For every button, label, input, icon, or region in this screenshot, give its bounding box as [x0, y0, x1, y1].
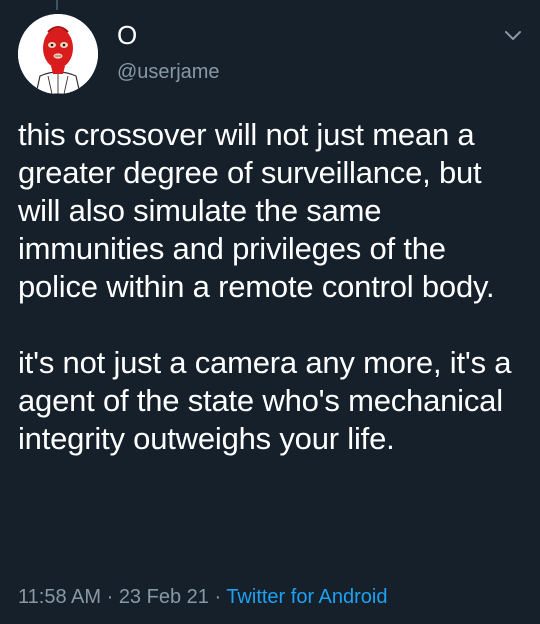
more-options-button[interactable]: [502, 24, 524, 46]
tweet-text: this crossover will not just mean a grea…: [18, 116, 522, 458]
user-handle[interactable]: @userjame: [117, 60, 220, 84]
display-name[interactable]: O: [117, 20, 137, 50]
tweet-paragraph: it's not just a camera any more, it's a …: [18, 345, 512, 456]
tweet-date[interactable]: 23 Feb 21: [119, 586, 209, 608]
tweet-paragraph: this crossover will not just mean a grea…: [18, 117, 495, 304]
avatar[interactable]: [18, 14, 98, 94]
tweet-time[interactable]: 11:58 AM: [18, 586, 101, 608]
separator-dot: ·: [101, 586, 119, 608]
tweet-metadata: 11:58 AM · 23 Feb 21 · Twitter for Andro…: [18, 584, 388, 610]
balaclava-avatar-icon: [18, 14, 98, 94]
chevron-down-icon: [505, 31, 521, 40]
separator-dot: ·: [208, 586, 227, 608]
thread-connector-line: [56, 0, 58, 10]
tweet-source-link[interactable]: Twitter for Android: [226, 586, 387, 608]
